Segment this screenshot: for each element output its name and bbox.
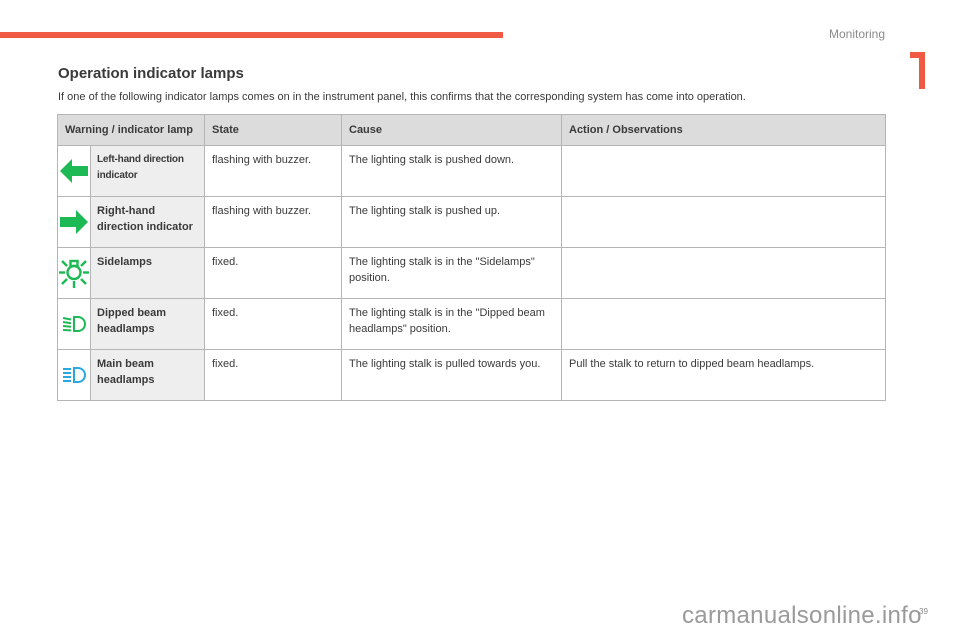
lamp-name: Right-hand direction indicator xyxy=(90,196,205,248)
lamp-action xyxy=(561,247,886,299)
header-accent-bar xyxy=(0,32,503,38)
lamp-state: flashing with buzzer. xyxy=(204,145,342,197)
lamp-action xyxy=(561,196,886,248)
lamp-action: Pull the stalk to return to dipped beam … xyxy=(561,349,886,401)
intro-text: If one of the following indicator lamps … xyxy=(58,91,746,103)
lamp-name: Main beam headlamps xyxy=(90,349,205,401)
table-header-row: Warning / indicator lamp State Cause Act… xyxy=(57,114,886,146)
lamp-state: flashing with buzzer. xyxy=(204,196,342,248)
main-beam-icon xyxy=(58,366,90,384)
lamp-name: Left-hand direction indicator xyxy=(90,145,205,197)
header-lamp: Warning / indicator lamp xyxy=(57,114,205,146)
header-action: Action / Observations xyxy=(561,114,886,146)
page-title: Operation indicator lamps xyxy=(58,65,244,82)
lamp-name: Sidelamps xyxy=(90,247,205,299)
dipped-beam-icon xyxy=(58,315,90,333)
sidelamps-icon xyxy=(58,257,90,289)
lamp-cause: The lighting stalk is pushed up. xyxy=(341,196,562,248)
table-row: Dipped beam headlamps fixed. The lightin… xyxy=(57,298,886,350)
lamp-state: fixed. xyxy=(204,247,342,299)
page-number: 39 xyxy=(919,607,928,616)
header-cause: Cause xyxy=(341,114,562,146)
lamp-action xyxy=(561,298,886,350)
left-arrow-icon xyxy=(58,158,90,184)
chapter-number xyxy=(910,52,925,89)
lamp-state: fixed. xyxy=(204,349,342,401)
lamp-state: fixed. xyxy=(204,298,342,350)
table-row: Main beam headlamps fixed. The lighting … xyxy=(57,349,886,401)
right-arrow-icon xyxy=(58,209,90,235)
lamp-action xyxy=(561,145,886,197)
table-row: Left-hand direction indicator flashing w… xyxy=(57,145,886,197)
lamp-name: Dipped beam headlamps xyxy=(90,298,205,350)
lamp-cause: The lighting stalk is in the "Dipped bea… xyxy=(341,298,562,350)
table-row: Right-hand direction indicator flashing … xyxy=(57,196,886,248)
lamp-cause: The lighting stalk is pushed down. xyxy=(341,145,562,197)
section-name: Monitoring xyxy=(828,27,885,41)
indicator-lamps-table: Warning / indicator lamp State Cause Act… xyxy=(57,114,886,401)
lamp-cause: The lighting stalk is in the "Sidelamps"… xyxy=(341,247,562,299)
table-row: Sidelamps fixed. The lighting stalk is i… xyxy=(57,247,886,299)
lamp-cause: The lighting stalk is pulled towards you… xyxy=(341,349,562,401)
watermark-link[interactable]: carmanualsonline.info xyxy=(682,602,922,630)
header-state: State xyxy=(204,114,342,146)
